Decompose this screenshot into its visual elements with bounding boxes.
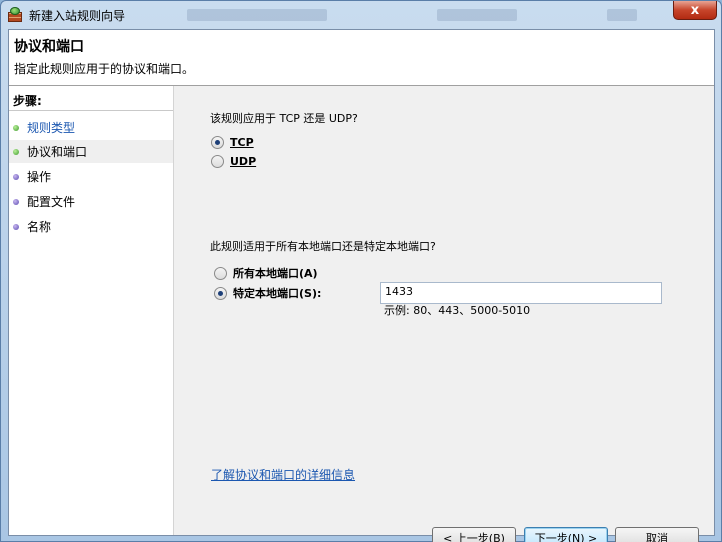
radio-unchecked-icon — [214, 266, 227, 280]
radio-checked-icon — [211, 136, 224, 149]
steps-divider — [9, 110, 173, 111]
step-action: 操作 — [9, 165, 173, 188]
firewall-icon — [7, 7, 23, 23]
step-label: 操作 — [27, 170, 52, 184]
port-example-text: 示例: 80、443、5000-5010 — [384, 304, 531, 317]
steps-sidebar: 步骤: 规则类型 协议和端口 操作 配置文件 名称 — [9, 86, 174, 535]
step-pending-icon — [13, 173, 19, 180]
step-rule-type[interactable]: 规则类型 — [9, 116, 173, 139]
step-pending-icon — [13, 223, 19, 230]
step-label: 规则类型 — [27, 121, 76, 135]
step-profile: 配置文件 — [9, 190, 173, 213]
step-protocol-ports: 协议和端口 — [9, 140, 173, 163]
learn-more-link[interactable]: 了解协议和端口的详细信息 — [211, 466, 355, 483]
step-label: 名称 — [27, 220, 52, 234]
port-input[interactable]: 1433 — [380, 282, 662, 304]
all-ports-label: 所有本地端口(A) — [233, 267, 318, 280]
wizard-client: 协议和端口 指定此规则应用于的协议和端口。 步骤: 规则类型 协议和端口 操作 … — [8, 29, 715, 542]
specific-ports-radio[interactable]: 特定本地端口(S): — [214, 285, 321, 301]
specific-ports-label: 特定本地端口(S): — [233, 287, 322, 300]
tcp-label: TCP — [230, 136, 254, 149]
close-icon: x — [690, 2, 700, 18]
next-button[interactable]: 下一步(N) > — [524, 527, 608, 542]
step-pending-icon — [13, 198, 19, 205]
udp-label: UDP — [230, 155, 257, 168]
tcp-radio[interactable]: TCP — [211, 136, 254, 149]
radio-checked-icon — [214, 286, 227, 300]
page-title: 协议和端口 — [14, 39, 84, 55]
udp-radio[interactable]: UDP — [211, 155, 256, 168]
step-complete-icon — [13, 124, 19, 131]
close-button[interactable]: x — [673, 1, 717, 20]
step-label: 协议和端口 — [27, 145, 88, 159]
step-label: 配置文件 — [27, 195, 76, 209]
title-bar: 新建入站规则向导 x — [1, 1, 721, 29]
step-name: 名称 — [9, 215, 173, 238]
back-button[interactable]: < 上一步(B) — [432, 527, 516, 542]
protocol-question: 该规则应用于 TCP 还是 UDP? — [210, 112, 358, 125]
wizard-content: 该规则应用于 TCP 还是 UDP? TCP UDP 此规则适用于所有本地端口还… — [174, 86, 714, 542]
port-question: 此规则适用于所有本地端口还是特定本地端口? — [210, 240, 436, 253]
steps-label: 步骤: — [13, 94, 42, 108]
page-subtitle: 指定此规则应用于的协议和端口。 — [14, 62, 195, 76]
window-title: 新建入站规则向导 — [29, 8, 126, 23]
cancel-button[interactable]: 取消 — [615, 527, 699, 542]
radio-unchecked-icon — [211, 155, 224, 168]
wizard-window: 新建入站规则向导 x 协议和端口 指定此规则应用于的协议和端口。 步骤: 规则类… — [0, 0, 722, 542]
step-current-icon — [13, 148, 19, 155]
wizard-header: 协议和端口 指定此规则应用于的协议和端口。 — [9, 30, 714, 86]
all-ports-radio[interactable]: 所有本地端口(A) — [214, 265, 318, 281]
